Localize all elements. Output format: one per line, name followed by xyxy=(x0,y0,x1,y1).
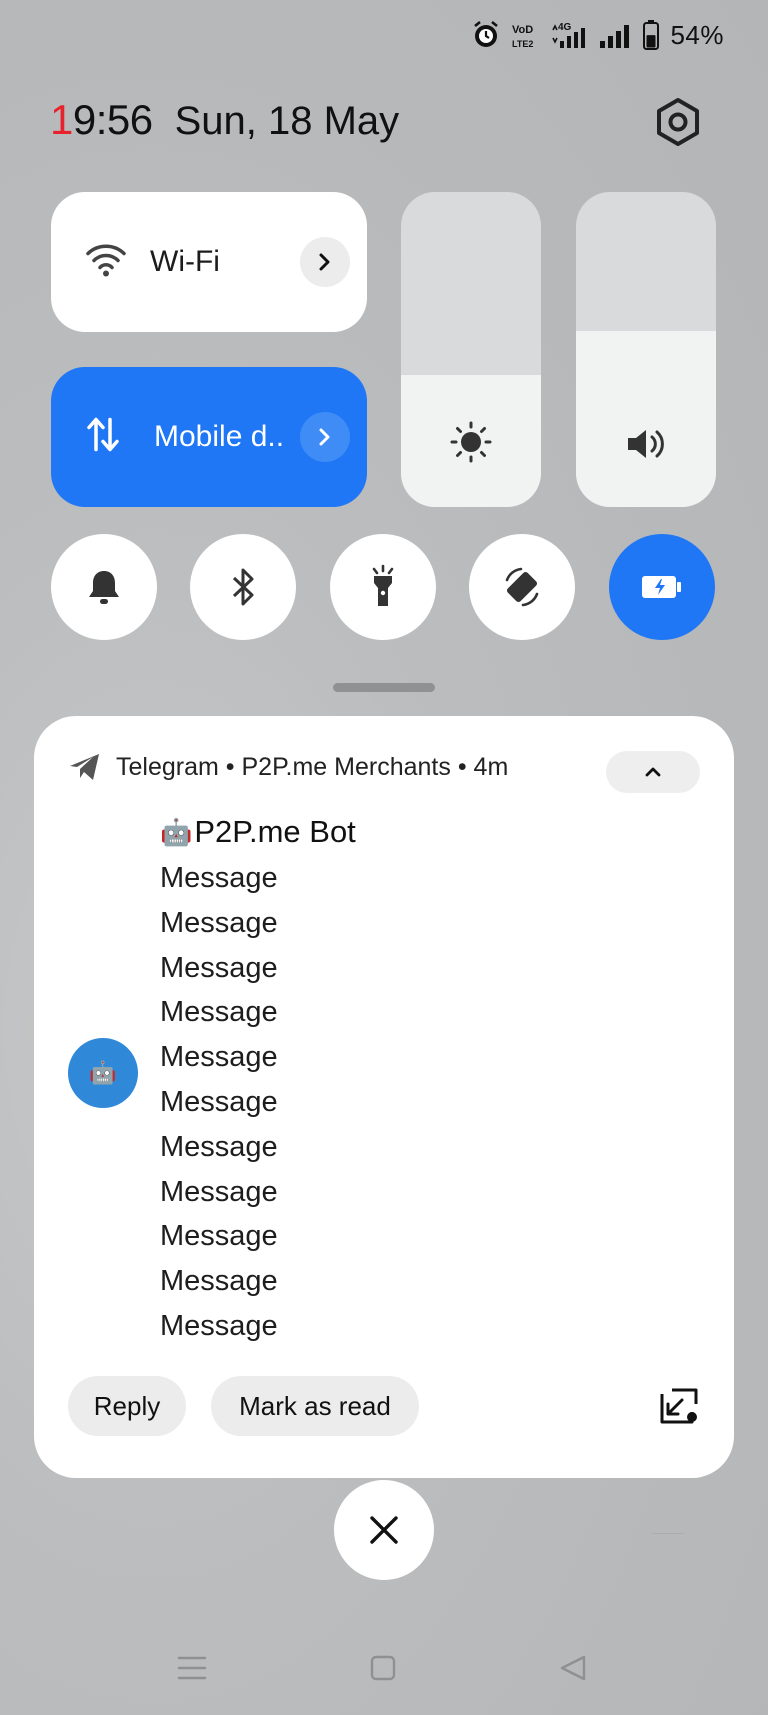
status-bar: VoD LTE2 4G 54% xyxy=(472,18,724,52)
mobile-data-details-button[interactable] xyxy=(300,412,350,462)
close-icon xyxy=(370,1516,398,1544)
mobile-data-label: Mobile d.. xyxy=(154,420,285,453)
expand-window-icon[interactable] xyxy=(658,1386,700,1431)
message-line: Message xyxy=(160,1130,278,1163)
volume-icon xyxy=(624,424,668,469)
auto-rotate-toggle[interactable] xyxy=(469,534,575,640)
message-line: Message xyxy=(160,1041,278,1074)
volte-icon: VoD LTE2 xyxy=(510,20,540,50)
drag-handle[interactable] xyxy=(333,683,435,692)
clock-rest: 9:56 xyxy=(72,96,153,143)
svg-text:VoD: VoD xyxy=(512,24,533,36)
back-triangle-icon xyxy=(560,1655,586,1681)
wifi-icon xyxy=(85,242,127,283)
robot-icon: 🤖 xyxy=(160,817,193,847)
telegram-notification[interactable]: Telegram • P2P.me Merchants • 4m 🤖 🤖 P2P… xyxy=(34,716,734,1478)
battery-charging-icon xyxy=(642,576,681,598)
mobile-data-tile[interactable]: Mobile d.. xyxy=(51,367,367,507)
wifi-details-button[interactable] xyxy=(300,237,350,287)
flashlight-toggle[interactable] xyxy=(330,534,436,640)
message-line: Message xyxy=(160,1265,278,1298)
message-list: Message Message Message Message Message Messa… xyxy=(160,856,356,1349)
battery-percentage: 54% xyxy=(670,19,724,50)
message-line: Message xyxy=(160,862,278,894)
sender-name: 🤖 P2P.me Bot xyxy=(160,808,356,856)
mobile-data-icon xyxy=(85,415,121,460)
4g-signal-icon: 4G xyxy=(550,20,588,50)
reply-button[interactable]: Reply xyxy=(68,1376,186,1436)
home-square-icon xyxy=(370,1655,396,1681)
settings-button[interactable] xyxy=(652,96,704,148)
message-line: Message xyxy=(160,1309,278,1342)
menu-icon xyxy=(177,1656,207,1680)
brightness-icon xyxy=(449,420,493,469)
alarm-icon xyxy=(472,20,500,50)
chevron-right-icon xyxy=(319,253,330,271)
nav-home-button[interactable] xyxy=(363,1648,403,1688)
divider xyxy=(652,1533,684,1534)
svg-text:LTE2: LTE2 xyxy=(512,39,533,49)
message-line: Message xyxy=(160,1175,278,1208)
clock-date-row: 19:56 Sun, 18 May xyxy=(50,96,399,144)
volume-slider[interactable] xyxy=(576,192,716,507)
svg-text:4G: 4G xyxy=(558,22,572,33)
nav-recents-button[interactable] xyxy=(172,1648,212,1688)
battery-saver-toggle[interactable] xyxy=(609,534,715,640)
flashlight-icon xyxy=(372,564,394,606)
robot-icon: 🤖 xyxy=(89,1060,117,1085)
message-line: Message xyxy=(160,996,278,1029)
message-line: Message xyxy=(160,951,278,984)
settings-icon xyxy=(657,98,699,146)
wifi-tile[interactable]: Wi-Fi xyxy=(51,192,367,332)
volume-level xyxy=(576,330,716,507)
wifi-label: Wi-Fi xyxy=(150,245,220,278)
notification-time: 4m xyxy=(473,752,509,781)
message-line: Message xyxy=(160,1085,278,1118)
brightness-slider[interactable] xyxy=(401,192,541,507)
nav-back-button[interactable] xyxy=(553,1648,593,1688)
telegram-icon xyxy=(70,754,99,780)
notification-header: Telegram • P2P.me Merchants • 4m xyxy=(68,752,508,782)
bluetooth-icon xyxy=(232,568,254,606)
bluetooth-toggle[interactable] xyxy=(190,534,296,640)
signal-icon xyxy=(598,20,632,50)
message-line: Message xyxy=(160,1220,278,1253)
separator: • xyxy=(225,752,235,781)
message-line: Message xyxy=(160,906,278,939)
app-name: Telegram xyxy=(116,752,219,781)
battery-icon xyxy=(642,19,660,51)
notification-body: 🤖 P2P.me Bot Message Message Message Messag… xyxy=(160,808,356,1349)
clock[interactable]: 19:56 xyxy=(50,96,153,144)
collapse-button[interactable] xyxy=(606,751,700,793)
avatar: 🤖 xyxy=(68,1038,138,1108)
separator: • xyxy=(457,752,467,781)
rotate-icon xyxy=(505,567,539,607)
date[interactable]: Sun, 18 May xyxy=(175,99,400,144)
chevron-up-icon xyxy=(645,767,661,777)
clock-first-digit: 1 xyxy=(50,96,73,143)
group-name: P2P.me Merchants xyxy=(241,752,451,781)
mark-as-read-button[interactable]: Mark as read xyxy=(211,1376,419,1436)
chevron-right-icon xyxy=(319,428,330,446)
dismiss-all-button[interactable] xyxy=(334,1480,434,1580)
bell-icon xyxy=(89,571,119,604)
sound-toggle[interactable] xyxy=(51,534,157,640)
